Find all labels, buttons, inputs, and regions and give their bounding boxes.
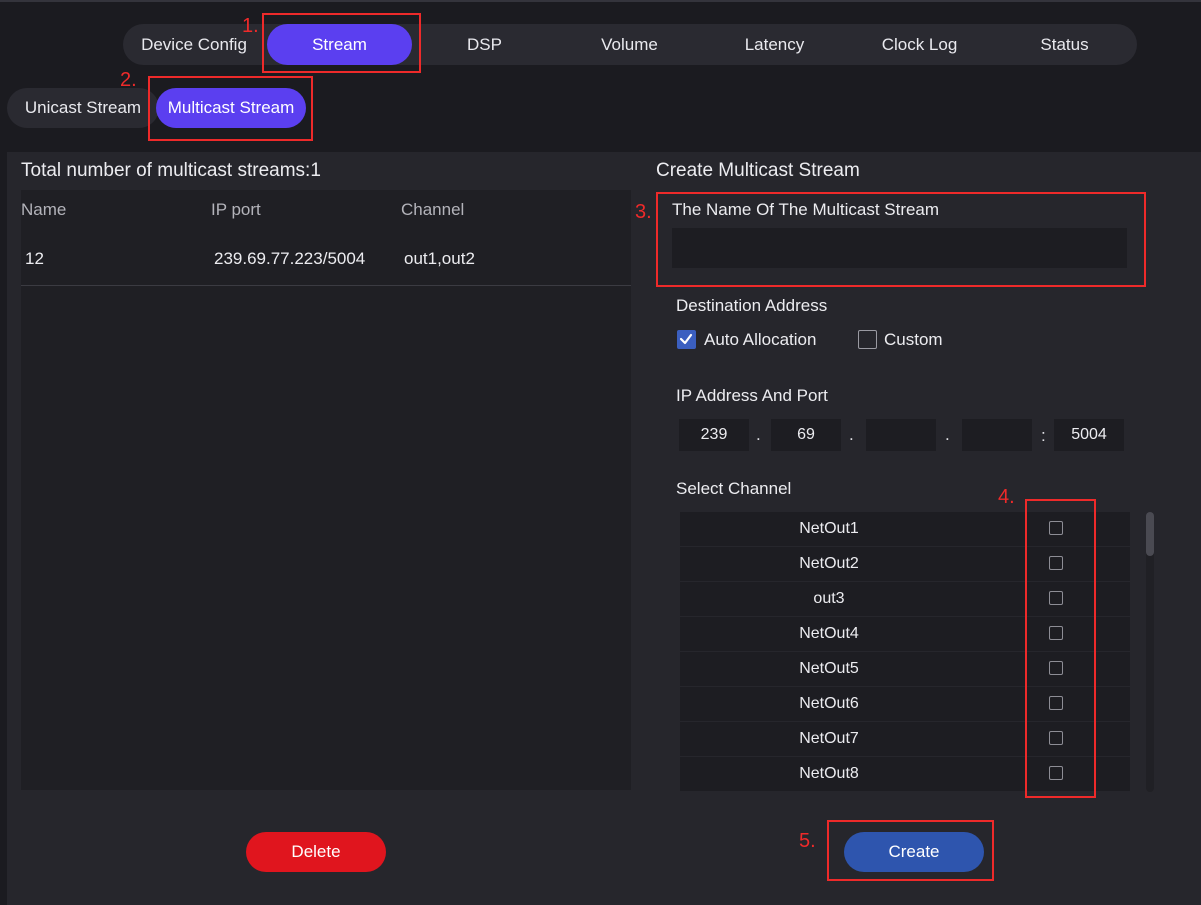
channel-name: NetOut7	[799, 730, 859, 747]
annotation-number-2: 2.	[120, 69, 137, 91]
ip-octet-3-input[interactable]	[866, 419, 936, 451]
annotation-box-1	[262, 13, 421, 73]
channel-name: NetOut5	[799, 660, 859, 677]
channel-name: out3	[813, 590, 845, 607]
ip-octet-2-input[interactable]: 69	[771, 419, 841, 451]
custom-label[interactable]: Custom	[884, 330, 943, 350]
tab-status[interactable]: Status	[992, 24, 1137, 65]
row-name: 12	[25, 249, 44, 268]
ip-octet-1-input[interactable]: 239	[679, 419, 749, 451]
auto-allocation-label[interactable]: Auto Allocation	[704, 330, 816, 350]
column-header-name: Name	[21, 200, 67, 219]
stream-table	[21, 190, 631, 790]
column-header-channel: Channel	[401, 200, 465, 219]
top-border	[0, 0, 1201, 2]
annotation-number-5: 5.	[799, 830, 816, 852]
subtab-unicast-stream[interactable]: Unicast Stream	[7, 88, 159, 128]
column-header-ip-port: IP port	[211, 200, 261, 219]
tab-clock-log[interactable]: Clock Log	[847, 24, 992, 65]
ip-dot-separator: .	[756, 425, 761, 444]
custom-checkbox[interactable]	[858, 330, 877, 349]
channel-scrollbar-thumb[interactable]	[1146, 512, 1154, 556]
ip-address-label: IP Address And Port	[676, 386, 828, 405]
checkmark-icon	[679, 333, 693, 345]
port-input[interactable]: 5004	[1054, 419, 1124, 451]
ip-dot-separator: .	[849, 425, 854, 444]
channel-name: NetOut8	[799, 765, 859, 782]
channel-name: NetOut1	[799, 520, 859, 537]
annotation-box-4	[1025, 499, 1096, 798]
channel-name: NetOut4	[799, 625, 859, 642]
tab-volume[interactable]: Volume	[557, 24, 702, 65]
delete-button[interactable]: Delete	[246, 832, 386, 872]
annotation-box-2	[148, 76, 313, 141]
stream-count-title: Total number of multicast streams:1	[21, 160, 321, 181]
channel-name: NetOut2	[799, 555, 859, 572]
annotation-number-1: 1.	[242, 15, 259, 37]
annotation-number-4: 4.	[998, 486, 1015, 508]
row-channel: out1,out2	[404, 249, 475, 268]
annotation-box-3	[656, 192, 1146, 287]
ip-octet-4-input[interactable]	[962, 419, 1032, 451]
auto-allocation-checkbox[interactable]	[677, 330, 696, 349]
tab-dsp[interactable]: DSP	[412, 24, 557, 65]
port-separator: :	[1041, 426, 1046, 445]
destination-address-label: Destination Address	[676, 296, 828, 315]
tab-latency[interactable]: Latency	[702, 24, 847, 65]
row-divider	[21, 285, 631, 286]
annotation-box-5	[827, 820, 994, 881]
row-ip-port: 239.69.77.223/5004	[214, 249, 366, 268]
annotation-number-3: 3.	[635, 201, 652, 223]
create-form-title: Create Multicast Stream	[656, 160, 860, 181]
ip-dot-separator: .	[945, 425, 950, 444]
select-channel-label: Select Channel	[676, 479, 792, 498]
channel-name: NetOut6	[799, 695, 859, 712]
